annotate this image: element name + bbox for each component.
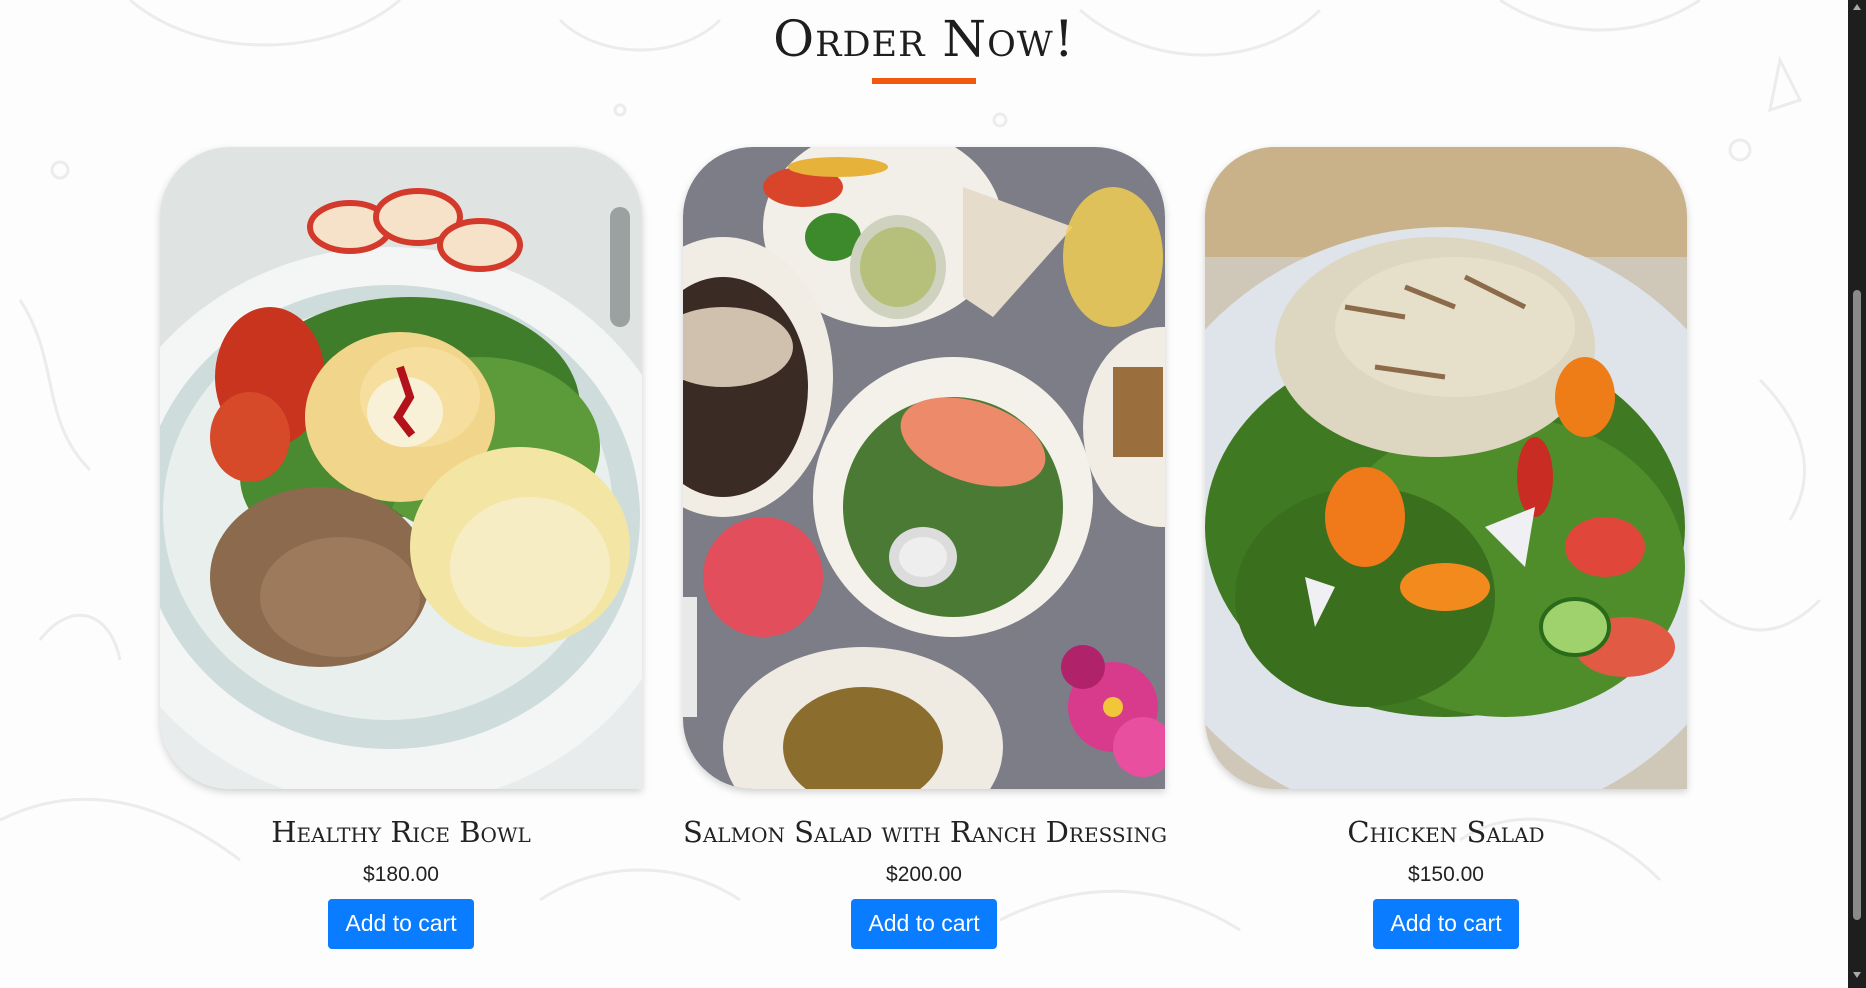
- product-price: $200.00: [886, 863, 962, 886]
- scrollbar-thumb[interactable]: [1853, 290, 1861, 920]
- product-name: Salmon Salad with Ranch Dressing: [683, 815, 1168, 849]
- scroll-up-arrow-icon[interactable]: [1853, 4, 1861, 10]
- product-card: Chicken Salad $150.00 Add to cart: [1205, 147, 1687, 949]
- order-section: Order Now! Healthy Rice Bowl $180.00 Add…: [0, 0, 1848, 988]
- add-to-cart-button[interactable]: Add to cart: [1373, 899, 1519, 949]
- section-title: Order Now!: [773, 10, 1075, 68]
- product-card: Healthy Rice Bowl $180.00 Add to cart: [160, 147, 642, 949]
- title-underline: [872, 78, 976, 84]
- rice-bowl-photo[interactable]: [160, 147, 642, 789]
- product-card: Salmon Salad with Ranch Dressing $200.00…: [683, 147, 1168, 949]
- product-name: Healthy Rice Bowl: [271, 815, 531, 849]
- product-price: $150.00: [1408, 863, 1484, 886]
- product-name: Chicken Salad: [1347, 815, 1545, 849]
- salmon-salad-photo[interactable]: [683, 147, 1165, 789]
- add-to-cart-button[interactable]: Add to cart: [328, 899, 474, 949]
- add-to-cart-button[interactable]: Add to cart: [851, 899, 997, 949]
- page-viewport: Order Now! Healthy Rice Bowl $180.00 Add…: [0, 0, 1866, 988]
- chicken-salad-photo[interactable]: [1205, 147, 1687, 789]
- product-price: $180.00: [363, 863, 439, 886]
- scroll-down-arrow-icon[interactable]: [1853, 972, 1861, 978]
- vertical-scrollbar[interactable]: [1848, 0, 1866, 988]
